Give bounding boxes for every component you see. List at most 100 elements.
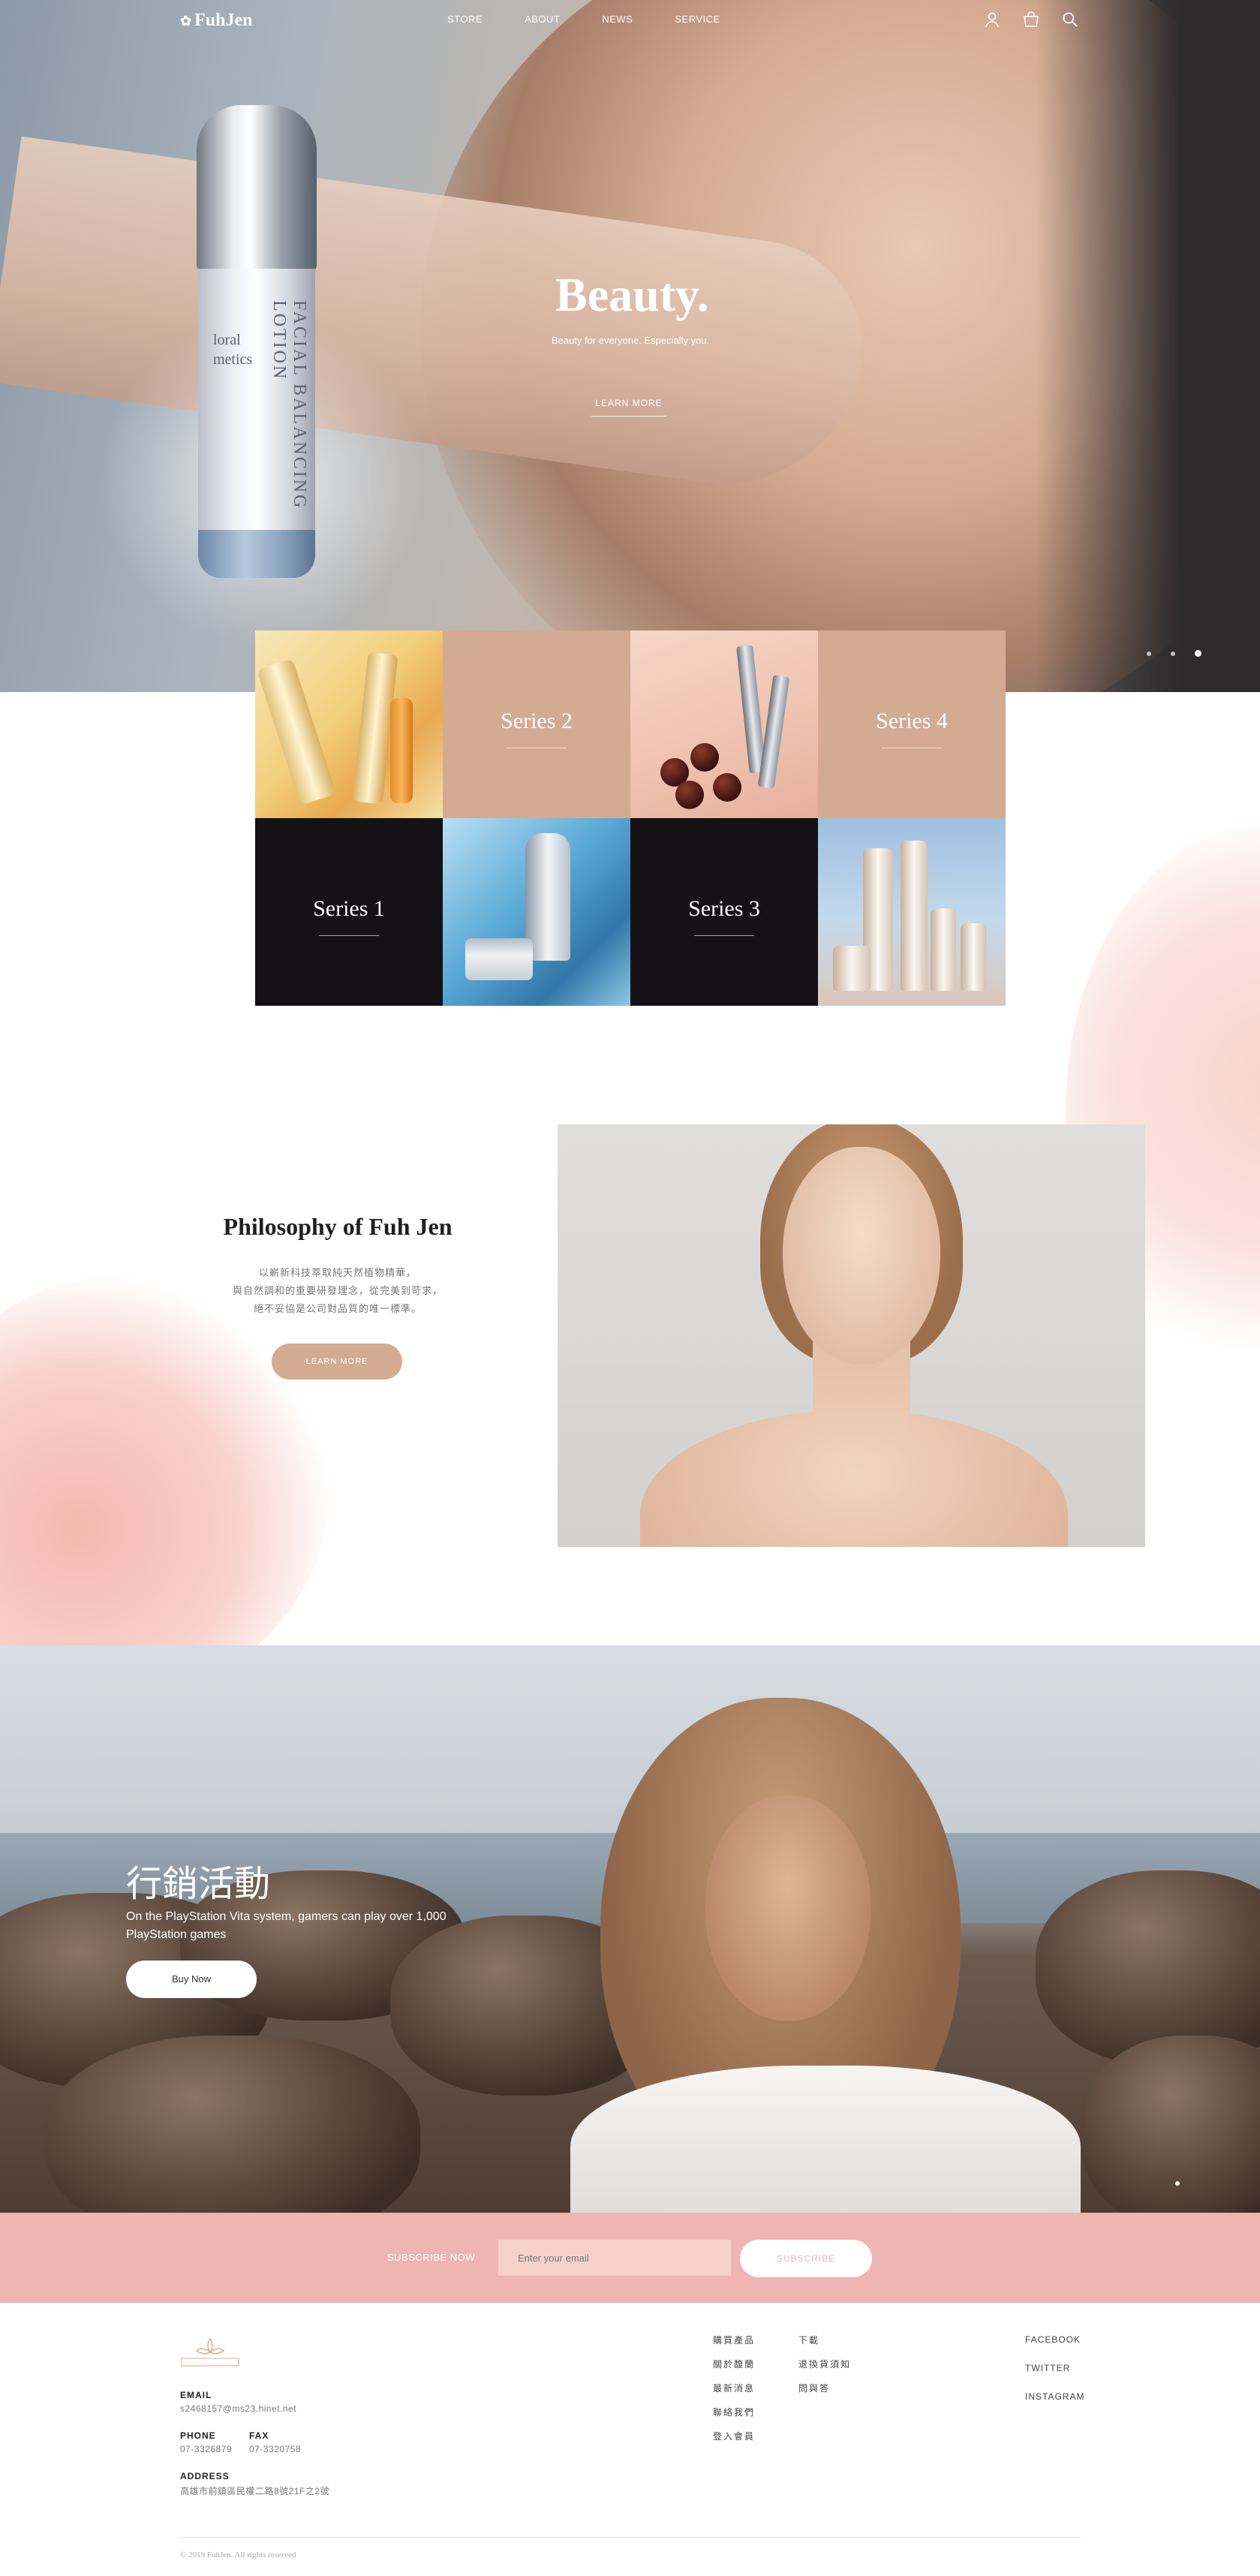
- slider-dot-1[interactable]: [1147, 651, 1151, 656]
- product: [931, 908, 956, 991]
- footer-divider: [180, 2537, 1081, 2538]
- email-input[interactable]: [498, 2240, 731, 2276]
- footer-link-returns[interactable]: 退換貨須知: [798, 2352, 851, 2376]
- series-image-blue-bottle: [443, 818, 630, 1006]
- logo-text: FuhJen: [194, 11, 253, 30]
- hero-title: Beauty.: [555, 268, 709, 321]
- bottle-side-text: FACIAL BALANCING LOTION: [269, 300, 309, 510]
- lipstick: [757, 675, 790, 789]
- footer-link-buy[interactable]: 購買產品: [713, 2328, 755, 2352]
- nav-links: STORE ABOUT NEWS SERVICE: [447, 14, 762, 25]
- promo-model-shirt: [570, 2066, 1081, 2213]
- fax-label: FAX: [249, 2430, 269, 2441]
- phone-label: PHONE: [180, 2430, 216, 2441]
- facebook-link[interactable]: FACEBOOK: [1025, 2325, 1084, 2354]
- footer-link-news[interactable]: 最新消息: [713, 2376, 755, 2400]
- series-image-product-set: [818, 818, 1006, 1006]
- address-value: 高雄市前鎮區民權二路8號21F之2號: [180, 2486, 330, 2496]
- address-label: ADDRESS: [180, 2471, 230, 2481]
- decor-pink-blob-left: [0, 1276, 330, 1696]
- footer-link-login[interactable]: 登入會員: [713, 2424, 755, 2448]
- bag-icon[interactable]: [1022, 11, 1040, 29]
- bottle-base: [198, 530, 315, 578]
- slider-dots: [1147, 650, 1201, 657]
- series-4-label: Series 4: [876, 709, 948, 733]
- philosophy-learn-more-button[interactable]: LEARN MORE: [272, 1344, 402, 1380]
- product-bottle-image: FACIAL BALANCING LOTION loral metics: [197, 105, 317, 578]
- twitter-link[interactable]: TWITTER: [1025, 2354, 1084, 2382]
- logo[interactable]: ✿ FuhJen: [180, 11, 252, 31]
- footer-social-links: FACEBOOK TWITTER INSTAGRAM: [1025, 2325, 1084, 2411]
- series-2-label: Series 2: [501, 709, 573, 733]
- promo-slider-dot[interactable]: [1175, 2181, 1180, 2186]
- philosophy-text: 以嶄新科技萃取純天然植物精華， 與自然調和的重要研發理念，從完美到苛求， 絕不妥…: [188, 1264, 488, 1318]
- cherry: [675, 781, 704, 809]
- footer-links-col-2: 下載 退換貨須知 問與答: [798, 2328, 851, 2400]
- vial: [390, 698, 413, 803]
- product: [833, 946, 871, 991]
- nav-store[interactable]: STORE: [447, 14, 483, 25]
- footer-link-download[interactable]: 下載: [798, 2328, 851, 2352]
- user-icon[interactable]: [983, 11, 1001, 29]
- series-3-tile[interactable]: Series 3: [630, 818, 818, 1006]
- top-nav: ✿ FuhJen STORE ABOUT NEWS SERVICE: [0, 0, 1260, 42]
- bottle-cap: [197, 105, 317, 270]
- phone-value: 07-3326879: [180, 2444, 233, 2454]
- series-2-tile[interactable]: Series 2: [443, 630, 630, 818]
- footer-link-faq[interactable]: 問與答: [798, 2376, 851, 2400]
- promo-text: On the PlayStation Vita system, gamers c…: [126, 1910, 447, 1941]
- product: [901, 841, 928, 991]
- footer-link-about[interactable]: 關於馥蘭: [713, 2352, 755, 2376]
- philosophy-line-3: 絕不妥協是公司對品質的唯一標準。: [253, 1303, 422, 1314]
- nav-about[interactable]: ABOUT: [525, 14, 560, 25]
- series-1-underline: [319, 935, 379, 936]
- series-1-tile[interactable]: Series 1: [255, 818, 443, 1006]
- series-grid: Series 2 Series 4 Series 1 Series 3: [255, 630, 1006, 1006]
- footer-link-contact[interactable]: 聯絡我們: [713, 2400, 755, 2424]
- rock: [1081, 2036, 1260, 2213]
- hero-subtitle: Beauty for everyone. Especially you.: [551, 335, 710, 346]
- copyright-text: © 2019 FuhJen. All rights reserved: [180, 2550, 296, 2559]
- instagram-link[interactable]: INSTAGRAM: [1025, 2382, 1084, 2411]
- rock: [1036, 1870, 1260, 2066]
- vial: [256, 658, 337, 806]
- series-3-underline: [694, 935, 754, 936]
- product: [961, 923, 986, 991]
- hero-banner: FACIAL BALANCING LOTION loral metics ✿ Fu…: [0, 0, 1260, 692]
- email-label: EMAIL: [180, 2390, 212, 2400]
- slider-dot-3[interactable]: [1195, 650, 1201, 657]
- philosophy-model-image: [558, 1124, 1145, 1547]
- philosophy-title: Philosophy of Fuh Jen: [223, 1213, 453, 1240]
- cherry: [690, 743, 719, 772]
- series-1-label: Series 1: [313, 896, 385, 921]
- buy-now-button[interactable]: Buy Now: [126, 1961, 257, 1998]
- email-value[interactable]: s2468157@ms23.hinet.net: [180, 2403, 296, 2414]
- philosophy-line-2: 與自然調和的重要研發理念，從完美到苛求，: [232, 1285, 443, 1296]
- slider-dot-2[interactable]: [1171, 651, 1175, 656]
- bottle-brand-text: loral metics: [213, 332, 253, 368]
- promo-title: 行銷活動: [126, 1863, 271, 1905]
- series-3-label: Series 3: [688, 896, 760, 921]
- series-image-lipsticks: [630, 630, 818, 818]
- series-image-yellow-serums: [255, 630, 443, 818]
- nav-icons: [983, 11, 1079, 29]
- footer-links-col-1: 購買產品 關於馥蘭 最新消息 聯絡我們 登入會員: [713, 2328, 755, 2448]
- flower-logo-icon: ✿: [180, 14, 192, 29]
- nav-news[interactable]: NEWS: [602, 14, 633, 25]
- hero-learn-more-link[interactable]: LEARN MORE: [591, 398, 666, 417]
- subscribe-button[interactable]: SUBSCRIBE: [740, 2240, 872, 2277]
- search-icon[interactable]: [1061, 11, 1079, 29]
- rock: [45, 2036, 420, 2213]
- fax-value: 07-3320758: [249, 2444, 302, 2454]
- subscribe-label: SUBSCRIBE NOW: [387, 2252, 476, 2263]
- face: [783, 1147, 940, 1365]
- page: FACIAL BALANCING LOTION loral metics ✿ Fu…: [0, 0, 1260, 2576]
- philosophy-line-1: 以嶄新科技萃取純天然植物精華，: [258, 1267, 416, 1278]
- hero-hair-shade: [1036, 0, 1260, 692]
- promo-model-face: [705, 1795, 871, 2021]
- cherry: [713, 773, 741, 802]
- footer-logo[interactable]: [180, 2334, 240, 2369]
- nav-service[interactable]: SERVICE: [675, 14, 720, 25]
- jar: [465, 938, 533, 980]
- series-4-tile[interactable]: Series 4: [818, 630, 1006, 818]
